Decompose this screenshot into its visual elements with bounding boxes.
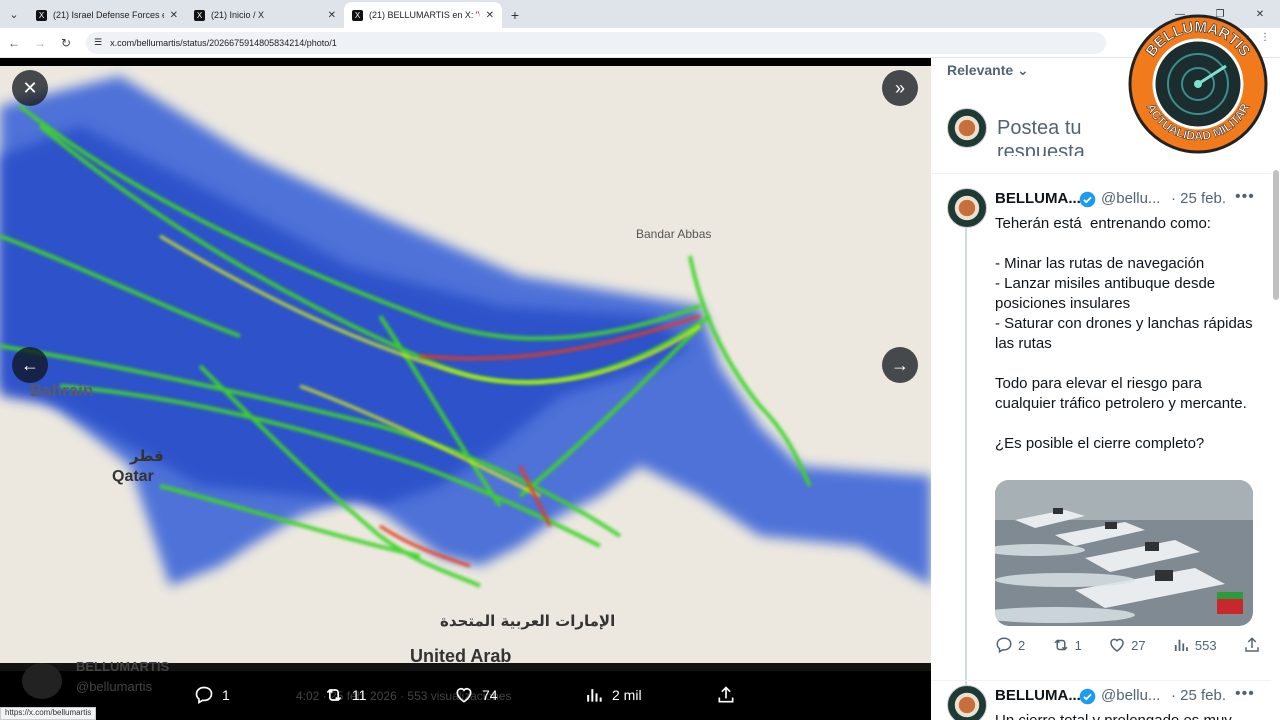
reload-icon[interactable]: ↻ [54, 31, 78, 55]
bellumartis-logo: BELLUMARTIS ACTUALIDAD MILITAR [1128, 14, 1268, 154]
views-chart-icon [587, 689, 602, 702]
map-label-qatar: Qatar [112, 468, 154, 485]
tab-title: (21) Inicio / X [211, 10, 265, 20]
url-text: x.com/bellumartis/status/202667591480583… [110, 37, 337, 48]
heart-icon [456, 687, 472, 703]
tab-title: (21) Israel Defense Forces en X: [53, 10, 164, 20]
verified-badge-icon [1079, 191, 1096, 208]
tweet-text: Un cierre total y prolongado es muy [995, 711, 1261, 720]
user-avatar [947, 108, 987, 148]
shipping-density-map: Bahrain Qatar قطر Bandar Abbas United Ar… [0, 66, 931, 671]
status-url: https://x.com/bellumartis [0, 707, 97, 720]
sort-label: Relevante [947, 62, 1014, 78]
tweet-metrics: 2 1 27 553 [995, 636, 1261, 654]
repost-button[interactable]: 11 [324, 685, 367, 705]
map-label-bandar-abbas: Bandar Abbas [636, 227, 711, 241]
author-avatar[interactable] [947, 188, 987, 228]
tab-bar: ⌄ X (21) Israel Defense Forces en X: ✕ X… [0, 0, 1280, 28]
reply-button[interactable]: 2 [995, 636, 1025, 654]
tab-title: (21) BELLUMARTIS en X: "🔴 Al [369, 9, 480, 20]
reply-icon [195, 686, 213, 704]
tweet-image-fast-boats[interactable] [995, 480, 1253, 626]
repost-count: 11 [352, 687, 367, 703]
post-date[interactable]: · 25 feb. [1171, 190, 1226, 207]
repost-icon [326, 688, 342, 702]
x-favicon: X [36, 9, 47, 21]
reply-sidebar: Relevante ⌄ Postea tu respuesta BELLUMA.… [931, 58, 1280, 720]
scrollbar-thumb[interactable] [1273, 170, 1279, 300]
author-handle[interactable]: @bellu... [1101, 190, 1160, 207]
url-field[interactable]: ☰ x.com/bellumartis/status/2026675914805… [86, 31, 1106, 54]
tab-1[interactable]: X (21) Israel Defense Forces en X: ✕ [28, 2, 186, 28]
views-count: 2 mil [612, 687, 642, 703]
share-icon [1245, 637, 1259, 652]
share-button[interactable] [716, 685, 736, 705]
tab-close-icon[interactable]: ✕ [486, 10, 494, 21]
views-button[interactable]: 2 mil [584, 685, 642, 705]
reply-input[interactable]: Postea tu respuesta [997, 116, 1147, 156]
map-label-bahrain: Bahrain [30, 381, 93, 400]
forward-icon[interactable]: → [28, 31, 52, 55]
tab-close-icon[interactable]: ✕ [328, 10, 336, 21]
x-favicon: X [352, 9, 363, 21]
tab-3-active[interactable]: X (21) BELLUMARTIS en X: "🔴 Al ✕ [344, 2, 502, 28]
collapse-panel-button[interactable]: » [882, 70, 918, 106]
media-viewer: Bahrain Qatar قطر Bandar Abbas United Ar… [0, 58, 931, 720]
tab-search-button[interactable]: ⌄ [0, 0, 28, 28]
ghost-author-name: BELLUMARTIS [76, 659, 170, 674]
share-button[interactable] [1243, 636, 1261, 654]
heart-icon [1110, 638, 1124, 652]
author-handle[interactable]: @bellu... [1101, 687, 1160, 704]
like-count: 27 [1131, 637, 1146, 653]
more-options-icon[interactable]: ••• [1235, 685, 1255, 703]
verified-badge-icon [1079, 688, 1096, 705]
repost-button[interactable]: 1 [1052, 636, 1082, 654]
repost-count: 1 [1074, 637, 1082, 653]
map-label-qatar-ar: قطر [129, 447, 164, 465]
repost-icon [1054, 639, 1068, 651]
site-info-icon[interactable]: ☰ [94, 37, 102, 48]
tweet[interactable]: BELLUMA... @bellu... · 25 feb. ••• Un ci… [931, 680, 1271, 720]
tweet-text: Teherán está entrenando como: - Minar la… [995, 215, 1253, 452]
reply-button[interactable]: 1 [194, 685, 230, 705]
author-avatar[interactable] [947, 685, 987, 720]
chevron-down-icon: ⌄ [1017, 62, 1029, 78]
next-image-button[interactable]: → [882, 347, 918, 383]
like-button[interactable]: 27 [1108, 636, 1146, 654]
new-tab-button[interactable]: + [502, 2, 528, 28]
like-count: 74 [482, 687, 498, 703]
map-label-uae-ar: الإمارات العربية المتحدة [440, 612, 615, 630]
views-button[interactable]: 553 [1172, 636, 1217, 654]
more-options-icon[interactable]: ••• [1235, 188, 1255, 206]
ghost-author-handle: @bellumartis [76, 679, 153, 694]
reply-count: 1 [222, 687, 230, 703]
reply-count: 2 [1018, 637, 1026, 653]
post-date[interactable]: · 25 feb. [1171, 687, 1226, 704]
ghost-avatar [22, 663, 62, 699]
tab-2[interactable]: X (21) Inicio / X ✕ [186, 2, 344, 28]
previous-image-button[interactable]: ← [12, 347, 48, 383]
share-icon [718, 686, 734, 703]
views-count: 553 [1194, 637, 1217, 653]
x-favicon: X [194, 9, 205, 21]
views-chart-icon [1174, 639, 1188, 651]
media-action-bar: BELLUMARTIS @bellumartis 4:02 · 25 feb. … [0, 659, 931, 720]
sort-dropdown[interactable]: Relevante ⌄ [947, 62, 1029, 79]
tweet[interactable]: BELLUMA... @bellu... · 25 feb. ••• Teher… [931, 184, 1271, 664]
fast-boats-photo [995, 480, 1253, 626]
back-icon[interactable]: ← [2, 31, 26, 55]
close-viewer-button[interactable]: ✕ [12, 70, 48, 106]
author-name[interactable]: BELLUMA... [995, 687, 1081, 704]
tab-close-icon[interactable]: ✕ [170, 10, 178, 21]
like-button[interactable]: 74 [454, 685, 498, 705]
address-bar: ← → ↻ ☰ x.com/bellumartis/status/2026675… [0, 28, 1280, 58]
reply-icon [996, 637, 1012, 654]
author-name[interactable]: BELLUMA... [995, 190, 1081, 207]
